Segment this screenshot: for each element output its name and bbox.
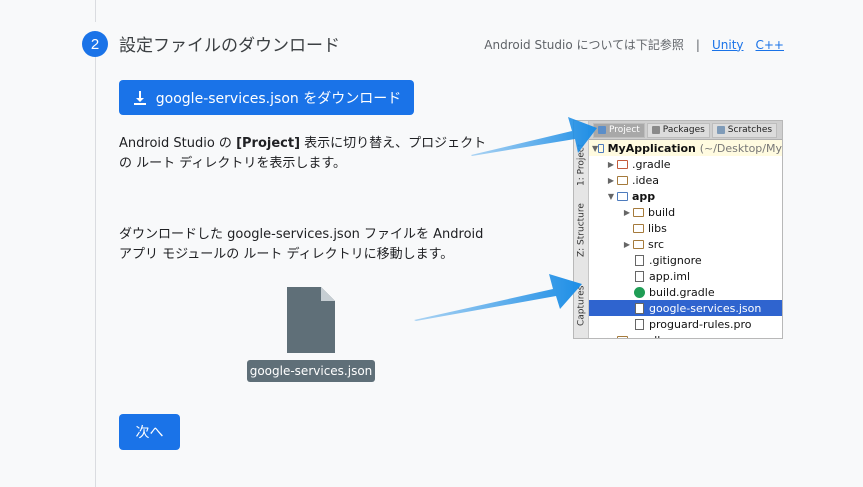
tree-root-label: MyApplication (~/Desktop/My <box>608 142 782 155</box>
scratches-tab-icon <box>716 126 725 134</box>
folder-icon <box>633 207 644 217</box>
tree-row-label: .gradle <box>632 157 671 171</box>
folder-icon <box>617 335 628 338</box>
folder-icon <box>617 175 628 185</box>
tree-row-gradle[interactable]: ▶ gradle <box>589 332 782 339</box>
tree-row-label: app <box>632 189 656 203</box>
module-folder-icon <box>617 191 628 201</box>
cpp-link[interactable]: C++ <box>756 38 785 52</box>
text-file-icon <box>635 254 644 266</box>
tree-row-app[interactable]: ▼ app <box>589 188 782 204</box>
tree-row-root[interactable]: ▼ MyApplication (~/Desktop/My <box>589 140 782 156</box>
tree-row-label: gradle <box>632 334 667 339</box>
folder-icon <box>633 239 644 249</box>
step-timeline-line-top <box>95 0 96 22</box>
step-number-badge: 2 <box>82 31 108 57</box>
collapse-arrow-icon[interactable]: ▶ <box>621 240 633 249</box>
ide-tab-bar: Project Packages Scratches <box>589 121 782 140</box>
collapse-arrow-icon[interactable]: ▶ <box>621 208 633 217</box>
android-studio-reference-text: Android Studio については下記参照 <box>484 38 684 52</box>
download-button-label: google-services.json をダウンロード <box>155 90 402 107</box>
module-file-icon <box>635 270 644 282</box>
tree-row-build-gradle[interactable]: build.gradle <box>589 284 782 300</box>
unity-link[interactable]: Unity <box>712 38 744 52</box>
project-view-instruction-prefix: Android Studio の <box>119 136 237 151</box>
tree-row-label: app.iml <box>649 269 691 283</box>
tree-row-idea[interactable]: ▶ .idea <box>589 172 782 188</box>
tree-row-label: libs <box>648 221 667 235</box>
ide-tab-project[interactable]: Project <box>593 122 645 138</box>
expand-arrow-icon[interactable]: ▼ <box>605 192 617 201</box>
tree-row-label: proguard-rules.pro <box>649 317 752 331</box>
side-tab-project[interactable]: 1: Project <box>574 143 589 187</box>
project-view-instruction: Android Studio の [Project] 表示に切り替え、プロジェク… <box>119 134 489 173</box>
tree-row-gradle-dot[interactable]: ▶ .gradle <box>589 156 782 172</box>
header-links-separator: | <box>695 37 700 52</box>
tree-row-proguard[interactable]: proguard-rules.pro <box>589 316 782 332</box>
google-services-arrow-icon <box>414 274 582 321</box>
tree-row-libs[interactable]: libs <box>589 220 782 236</box>
ide-tab-packages[interactable]: Packages <box>646 122 710 138</box>
ide-tab-packages-label: Packages <box>662 125 705 135</box>
tree-row-label: build.gradle <box>649 285 715 299</box>
tree-root-name: MyApplication <box>607 141 696 155</box>
step-timeline-line-bottom <box>95 56 96 487</box>
ide-tab-scratches[interactable]: Scratches <box>711 122 778 138</box>
tree-row-src[interactable]: ▶ src <box>589 236 782 252</box>
tree-row-label: .gitignore <box>649 253 702 267</box>
tree-row-label: build <box>648 205 676 219</box>
download-icon <box>133 90 146 105</box>
text-file-icon <box>635 318 644 330</box>
tree-root-path: (~/Desktop/My <box>699 141 782 155</box>
tree-row-app-iml[interactable]: app.iml <box>589 268 782 284</box>
gradle-icon <box>634 286 645 298</box>
project-view-instruction-bold: [Project] <box>236 136 301 151</box>
move-file-instruction: ダウンロードした google-services.json ファイルを Andr… <box>119 227 484 262</box>
step-title: 設定ファイルのダウンロード <box>119 36 340 56</box>
collapse-arrow-icon[interactable]: ▶ <box>605 336 617 339</box>
ide-tab-project-label: Project <box>609 125 640 135</box>
side-tab-structure[interactable]: Z: Structure <box>574 199 589 261</box>
ide-tab-scratches-label: Scratches <box>727 125 773 135</box>
project-tab-icon <box>598 126 606 134</box>
tree-row-build[interactable]: ▶ build <box>589 204 782 220</box>
ide-side-toolbar: 1: Project Z: Structure Captures <box>574 121 589 338</box>
download-google-services-button[interactable]: google-services.json をダウンロード <box>119 80 414 115</box>
file-icon <box>287 287 335 353</box>
folder-icon <box>617 159 628 169</box>
collapse-arrow-icon[interactable]: ▶ <box>605 160 617 169</box>
project-tree: ▼ MyApplication (~/Desktop/My ▶ .gradle … <box>589 140 782 338</box>
side-tab-captures[interactable]: Captures <box>574 281 589 331</box>
tree-row-label: src <box>648 237 665 251</box>
header-links: Android Studio については下記参照 | Unity C++ <box>484 36 784 53</box>
folder-icon <box>633 223 644 233</box>
collapse-arrow-icon[interactable]: ▶ <box>605 176 617 185</box>
tree-row-gitignore[interactable]: .gitignore <box>589 252 782 268</box>
next-button[interactable]: 次へ <box>119 414 180 450</box>
tree-row-label: .idea <box>632 173 660 187</box>
google-services-file-label: google-services.json <box>247 360 375 382</box>
json-file-icon <box>635 302 644 314</box>
tree-row-label: google-services.json <box>649 301 762 315</box>
tree-row-google-services[interactable]: google-services.json <box>589 300 782 316</box>
android-studio-project-panel: 1: Project Z: Structure Captures Project… <box>573 120 783 339</box>
folder-icon <box>598 143 604 153</box>
packages-tab-icon <box>651 126 660 134</box>
